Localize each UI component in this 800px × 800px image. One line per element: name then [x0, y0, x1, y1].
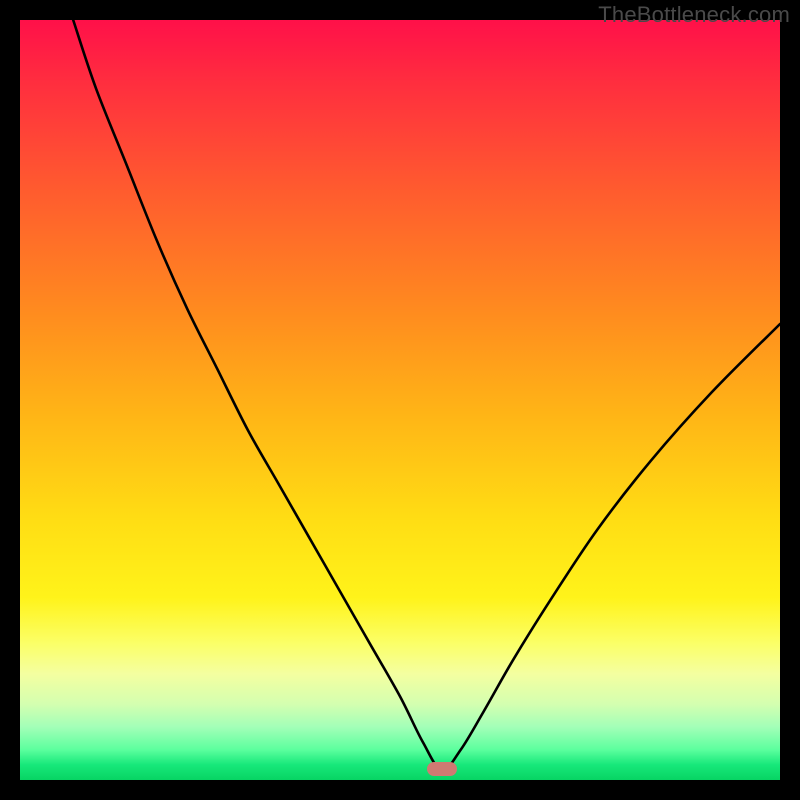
- bottleneck-curve: [20, 20, 780, 780]
- plot-area: [20, 20, 780, 780]
- chart-frame: TheBottleneck.com: [0, 0, 800, 800]
- watermark-text: TheBottleneck.com: [598, 2, 790, 28]
- curve-path: [73, 20, 780, 770]
- optimum-marker: [427, 762, 457, 776]
